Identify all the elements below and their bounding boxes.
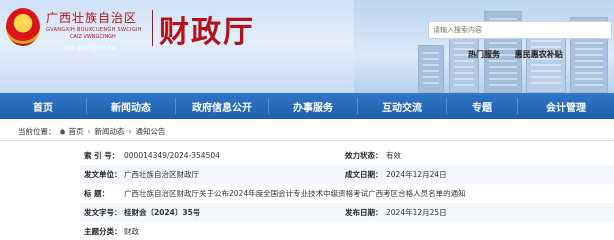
home-icon [59,128,65,134]
hot-services-label: 热门服务 [468,50,500,59]
city-skyline [354,0,614,93]
region-name-en-2: CAIZ VWNGCINGH [70,34,116,40]
info-row: 主题分类： 财政 [80,222,614,240]
region-name-en: GVANGXIH BOUXCUENGH SWCIGIH [46,27,142,33]
nav-item-accounting[interactable]: 会计管理 [518,93,614,119]
nav-item-info-disclosure[interactable]: 政府信息公开 [176,93,268,119]
breadcrumb-divider [0,140,614,141]
hot-services: 热门服务 惠民惠农补贴 [468,49,563,60]
breadcrumb-news[interactable]: 新闻动态 [95,126,125,137]
nav-item-interaction[interactable]: 互动交流 [358,93,446,119]
national-emblem-icon: ★ [6,8,40,46]
breadcrumb-notices[interactable]: 通知公告 [136,126,166,137]
search-input[interactable] [433,22,611,38]
title-value: 广西壮族自治区财政厅关于公布2024年度全国会计专业技术中级资格考试广西考区合格… [124,189,466,198]
issuer-value: 广西壮族自治区财政厅 [124,170,199,179]
breadcrumb: 当前位置： 首页 › 新闻动态 › 通知公告 [18,124,166,138]
nav-item-news[interactable]: 新闻动态 [87,93,175,119]
breadcrumb-prefix: 当前位置： [18,126,56,136]
breadcrumb-arrow-icon: › [128,126,132,136]
building [526,33,566,93]
main-nav: 首页 新闻动态 政府信息公开 办事服务 互动交流 专题 会计管理 [0,93,614,119]
category-value: 财政 [124,227,139,236]
title-label: 标 题： [84,189,110,198]
building [418,45,444,93]
header-banner: ★ 广西壮族自治区 GVANGXIH BOUXCUENGH SWCIGIH CA… [0,0,614,93]
info-row: 标 题： 广西壮族自治区财政厅关于公布2024年度全国会计专业技术中级资格考试广… [80,184,614,203]
issuer-label: 发文单位： [84,170,122,179]
hot-service-link[interactable]: 惠民惠农补贴 [515,50,563,59]
nav-item-topics[interactable]: 专题 [447,93,517,119]
logo-divider [152,10,153,46]
info-row: 发文单位： 广西壮族自治区财政厅 成文日期： 2024年12月24日 [80,165,614,184]
status-label: 效力状态： [345,151,383,160]
department-title: 财政厅 [159,15,255,50]
publish-date-label: 发布日期： [345,208,383,217]
site-url: czt.gxzf.gov.cn [64,44,116,52]
status-value: 有效 [386,151,401,160]
info-row: 索 引 号： 000014349/2024-354504 效力状态： 有效 [80,146,614,165]
breadcrumb-arrow-icon: › [87,126,91,136]
publish-date-value: 2024年12月25日 [386,208,447,217]
search-box[interactable] [428,21,612,39]
document-info-table: 索 引 号： 000014349/2024-354504 效力状态： 有效 发文… [80,146,614,240]
doc-number-label: 发文字号： [84,208,122,217]
nav-item-services[interactable]: 办事服务 [269,93,357,119]
index-label: 索 引 号： [84,151,120,160]
doc-number-value: 桂财会〔2024〕35号 [124,208,201,217]
index-value: 000014349/2024-354504 [124,151,220,160]
info-row: 发文字号： 桂财会〔2024〕35号 发布日期： 2024年12月25日 [80,203,614,222]
breadcrumb-home[interactable]: 首页 [69,126,84,137]
nav-item-home[interactable]: 首页 [0,93,86,119]
written-date-label: 成文日期： [345,170,383,179]
written-date-value: 2024年12月24日 [386,170,447,179]
region-name: 广西壮族自治区 [46,11,138,25]
category-label: 主题分类： [84,227,122,236]
